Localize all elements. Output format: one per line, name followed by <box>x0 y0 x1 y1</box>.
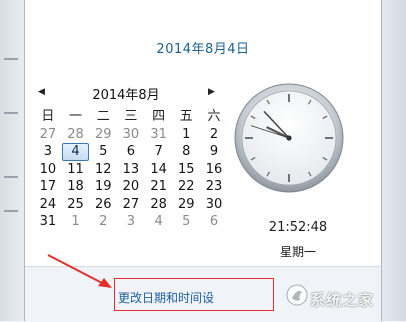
watermark-text: 系统之家 <box>310 291 375 309</box>
annotation-arrow <box>47 254 112 288</box>
watermark-logo-icon <box>286 284 308 306</box>
